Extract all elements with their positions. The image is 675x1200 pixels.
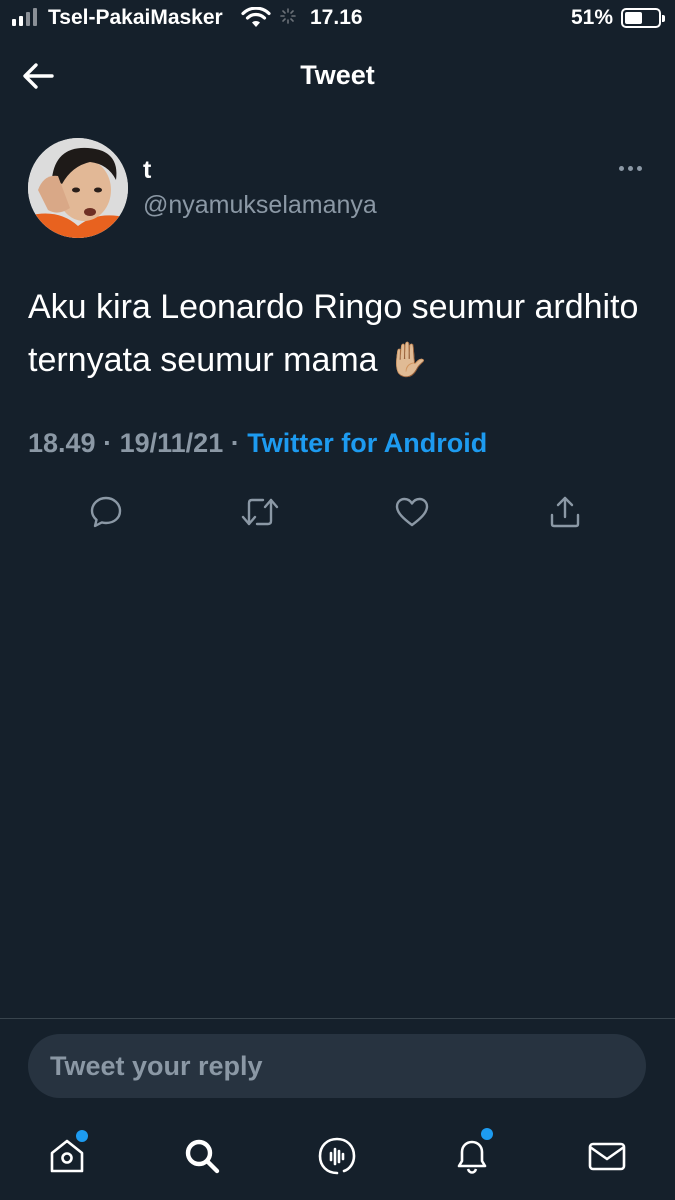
tweet-text: Aku kira Leonardo Ringo seumur ardhito t… (28, 288, 639, 379)
carrier-name: Tsel-PakaiMasker (48, 6, 223, 29)
tab-search[interactable] (178, 1132, 226, 1180)
activity-spinner-icon (280, 8, 296, 29)
like-button[interactable] (390, 490, 434, 534)
reply-input[interactable]: Tweet your reply (28, 1034, 646, 1098)
tweet-source-link[interactable]: Twitter for Android (247, 428, 487, 458)
battery-percent: 51% (571, 6, 614, 29)
wifi-icon (241, 6, 271, 34)
reply-placeholder: Tweet your reply (50, 1051, 263, 1081)
tweet-detail-screen: Tsel-PakaiMasker 17.16 51% Tweet t @nyam… (0, 0, 675, 1200)
tweet-metadata: 18.49 · 19/11/21 · Twitter for Android (28, 428, 487, 459)
search-icon (185, 1139, 220, 1174)
notifications-badge-dot (481, 1128, 493, 1140)
comment-icon (90, 496, 122, 528)
heart-icon (395, 497, 429, 527)
tab-messages[interactable] (583, 1132, 631, 1180)
more-options-button[interactable] (610, 156, 650, 180)
header: Tweet (0, 38, 675, 114)
tweet-time: 18.49 (28, 428, 96, 458)
more-dot (636, 165, 642, 171)
tweet-actions (0, 490, 675, 534)
more-dot (627, 165, 633, 171)
home-notification-dot (76, 1130, 88, 1142)
tweet-date: 19/11/21 (119, 428, 224, 458)
meta-separator: · (103, 428, 113, 458)
share-button[interactable] (543, 490, 587, 534)
bell-icon (457, 1140, 487, 1174)
share-icon (550, 496, 580, 528)
mail-icon (588, 1142, 626, 1171)
bottom-tab-bar (0, 1110, 675, 1200)
battery-icon (621, 8, 665, 28)
author-handle[interactable]: @nyamukselamanya (143, 191, 377, 220)
reply-button[interactable] (84, 490, 128, 534)
cellular-signal-icon (12, 8, 37, 26)
page-title: Tweet (300, 60, 375, 90)
retweet-button[interactable] (238, 490, 282, 534)
spaces-icon (318, 1137, 356, 1175)
avatar[interactable] (28, 138, 128, 238)
meta-separator: · (230, 428, 240, 458)
status-time: 17.16 (310, 6, 363, 29)
tab-spaces[interactable] (313, 1132, 361, 1180)
reply-divider (0, 1018, 675, 1019)
status-bar: Tsel-PakaiMasker 17.16 51% (0, 0, 675, 38)
retweet-icon (241, 498, 279, 526)
author-display-name[interactable]: t (143, 156, 151, 185)
more-dot (618, 165, 624, 171)
